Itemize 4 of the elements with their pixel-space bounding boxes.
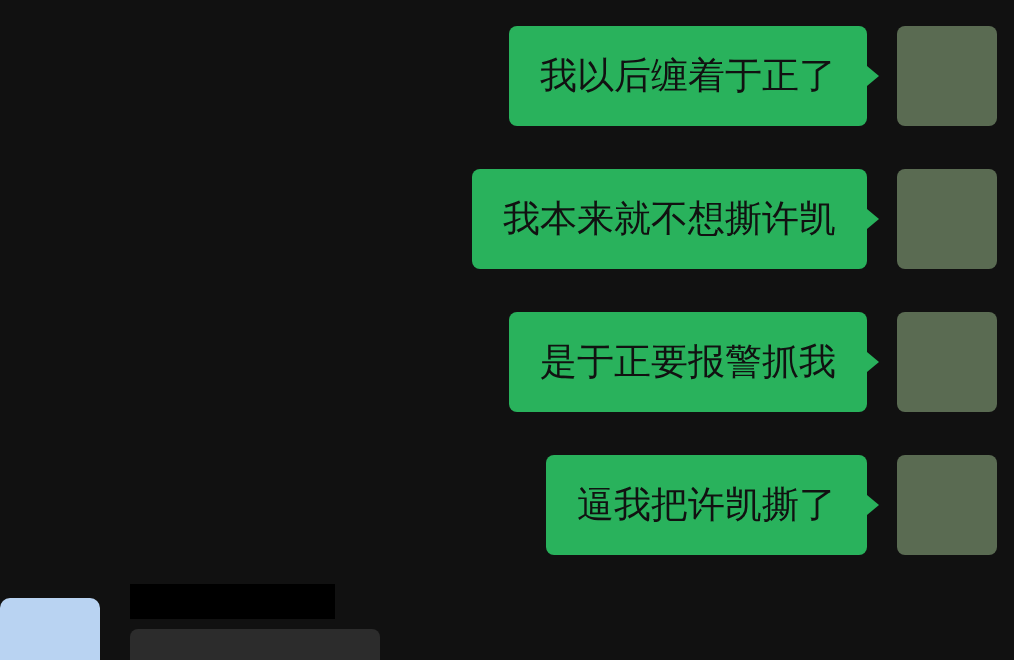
- bubble-tail-icon: [867, 352, 879, 372]
- bubble-tail-icon: [867, 495, 879, 515]
- bubble-tail-icon: [867, 66, 879, 86]
- bubble-tail-icon: [867, 209, 879, 229]
